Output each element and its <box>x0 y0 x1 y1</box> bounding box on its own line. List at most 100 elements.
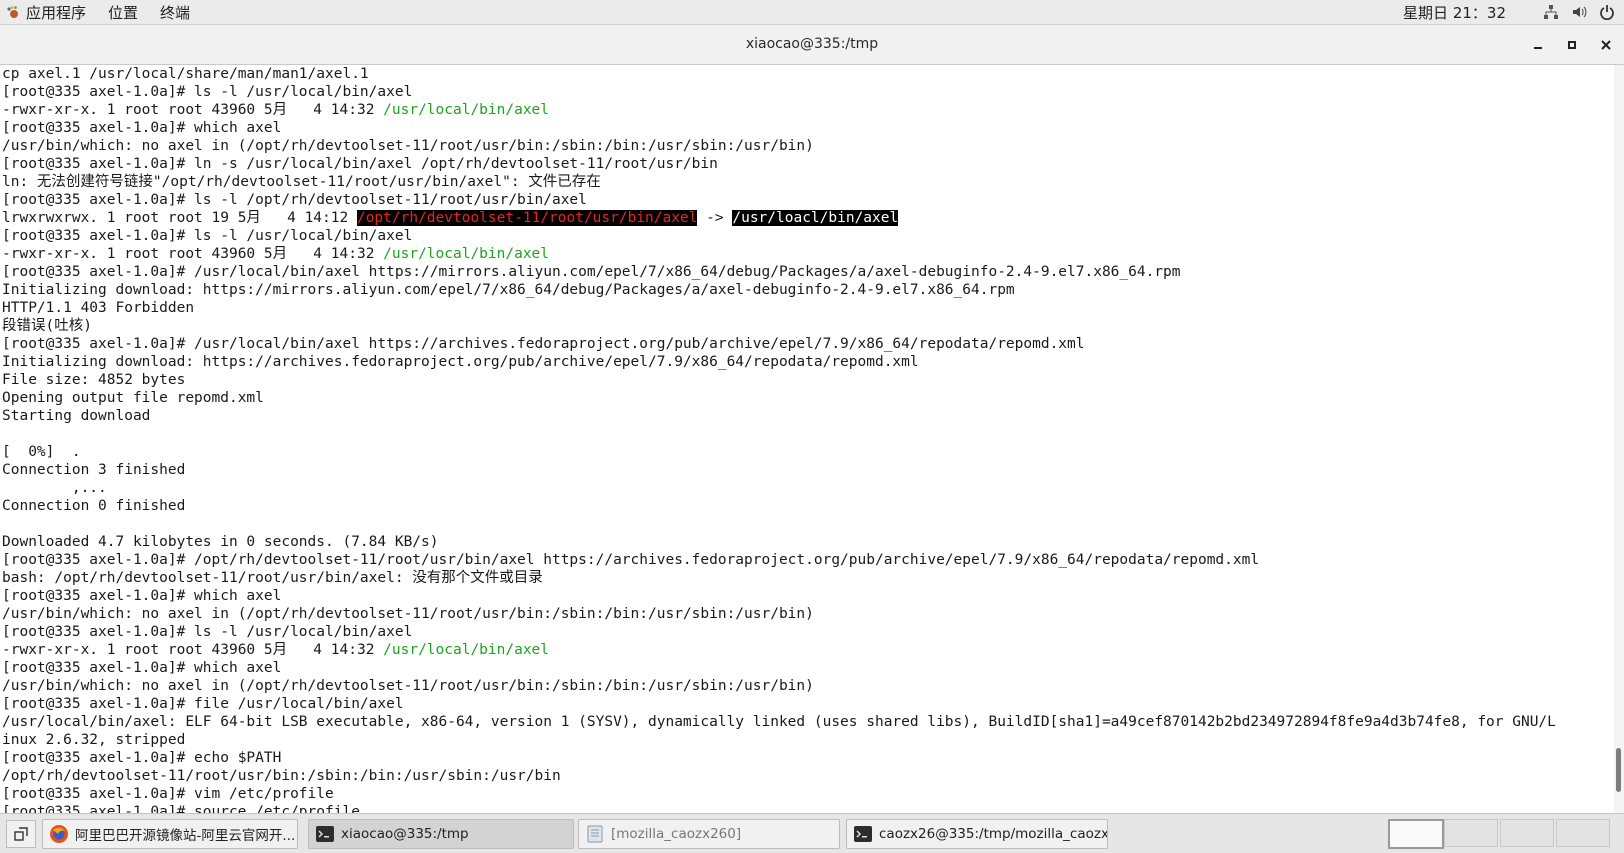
terminal-text-segment: [root@335 axel-1.0a]# source /etc/profil… <box>2 804 360 813</box>
terminal-text-segment: File size: 4852 bytes <box>2 372 186 388</box>
terminal-text-segment: Opening output file repomd.xml <box>2 390 264 406</box>
task-folder[interactable]: [mozilla_caozx260] <box>578 819 840 849</box>
terminal-text-segment: Connection 3 finished <box>2 462 186 478</box>
workspace-4[interactable] <box>1556 819 1610 847</box>
show-desktop-button[interactable] <box>6 820 36 848</box>
terminal-line: 段错误(吐核) <box>2 317 1556 335</box>
places-menu[interactable]: 位置 <box>108 2 138 23</box>
terminal-text-segment: Starting download <box>2 408 151 424</box>
terminal-line: -rwxr-xr-x. 1 root root 43960 5月 4 14:32… <box>2 245 1556 263</box>
terminal-line: [ 0%] . <box>2 443 1556 461</box>
terminal-line: ln: 无法创建符号链接"/opt/rh/devtoolset-11/root/… <box>2 173 1556 191</box>
terminal-line: Initializing download: https://archives.… <box>2 353 1556 371</box>
workspace-1[interactable] <box>1388 819 1444 849</box>
terminal-line: /usr/bin/which: no axel in (/opt/rh/devt… <box>2 677 1556 695</box>
volume-icon[interactable] <box>1570 3 1588 21</box>
terminal-menu-label: 终端 <box>160 3 191 22</box>
applications-menu[interactable]: 应用程序 <box>6 2 86 23</box>
terminal-line: HTTP/1.1 403 Forbidden <box>2 299 1556 317</box>
applications-menu-label: 应用程序 <box>26 3 87 22</box>
terminal-line: Connection 3 finished <box>2 461 1556 479</box>
terminal-line: [root@335 axel-1.0a]# /opt/rh/devtoolset… <box>2 551 1556 569</box>
terminal-line: lrwxrwxrwx. 1 root root 19 5月 4 14:12 /o… <box>2 209 1556 227</box>
terminal-text-segment: [root@335 axel-1.0a]# ls -l /usr/local/b… <box>2 84 413 100</box>
terminal-text-segment: [root@335 axel-1.0a]# /opt/rh/devtoolset… <box>2 552 1260 568</box>
terminal-text-segment: [root@335 axel-1.0a]# ls -l /usr/local/b… <box>2 228 413 244</box>
terminal-text-segment: inux 2.6.32, stripped <box>2 732 186 748</box>
folder-icon <box>587 825 603 843</box>
terminal-text-segment: [root@335 axel-1.0a]# echo $PATH <box>2 750 282 766</box>
terminal-text-segment: Initializing download: https://mirrors.a… <box>2 282 1015 298</box>
terminal-menu[interactable]: 终端 <box>160 2 190 23</box>
terminal-line: Starting download <box>2 407 1556 425</box>
terminal-text-segment: [root@335 axel-1.0a]# ls -l /usr/local/b… <box>2 624 413 640</box>
terminal-line: [root@335 axel-1.0a]# which axel <box>2 587 1556 605</box>
terminal-text-segment: -rwxr-xr-x. 1 root root 43960 5月 4 14:32 <box>2 642 384 658</box>
terminal-text-segment: [root@335 axel-1.0a]# ls -l /opt/rh/devt… <box>2 192 587 208</box>
task-label: xiaocao@335:/tmp <box>341 826 469 842</box>
terminal-line: bash: /opt/rh/devtoolset-11/root/usr/bin… <box>2 569 1556 587</box>
terminal-text-segment: /usr/local/bin/axel: ELF 64-bit LSB exec… <box>2 714 1556 730</box>
firefox-icon <box>50 825 68 843</box>
terminal-text-segment: [root@335 axel-1.0a]# file /usr/local/bi… <box>2 696 404 712</box>
terminal-line: [root@335 axel-1.0a]# ls -l /usr/local/b… <box>2 83 1556 101</box>
window-title: xiaocao@335:/tmp <box>745 36 879 52</box>
terminal-text-segment: /usr/bin/which: no axel in (/opt/rh/devt… <box>2 138 814 154</box>
gnome-foot-icon <box>7 6 18 18</box>
maximize-button[interactable] <box>1562 35 1582 55</box>
close-icon <box>1601 40 1611 50</box>
workspace-2[interactable] <box>1444 819 1498 847</box>
terminal-text-segment: Initializing download: https://archives.… <box>2 354 919 370</box>
terminal-text-segment: HTTP/1.1 403 Forbidden <box>2 300 195 316</box>
terminal-text-segment: ln: 无法创建符号链接"/opt/rh/devtoolset-11/root/… <box>2 174 601 190</box>
terminal-text-segment: [root@335 axel-1.0a]# which axel <box>2 120 282 136</box>
terminal-text-segment: cp axel.1 /usr/local/share/man/man1/axel… <box>2 66 369 82</box>
terminal-line: Downloaded 4.7 kilobytes in 0 seconds. (… <box>2 533 1556 551</box>
minimize-button[interactable] <box>1528 35 1548 55</box>
terminal-line: [root@335 axel-1.0a]# /usr/local/bin/axe… <box>2 335 1556 353</box>
terminal-text-segment: /usr/local/bin/axel <box>383 246 550 262</box>
terminal-text-segment: [root@335 axel-1.0a]# ln -s /usr/local/b… <box>2 156 718 172</box>
terminal-text-segment: /usr/loacl/bin/axel <box>732 210 899 226</box>
terminal-line: Opening output file repomd.xml <box>2 389 1556 407</box>
terminal-scrollbar[interactable] <box>1614 65 1624 813</box>
task-terminal-xiaocao[interactable]: xiaocao@335:/tmp <box>308 819 574 849</box>
terminal-line: /usr/bin/which: no axel in (/opt/rh/devt… <box>2 605 1556 623</box>
terminal-line: /usr/bin/which: no axel in (/opt/rh/devt… <box>2 137 1556 155</box>
task-firefox[interactable]: 阿里巴巴开源镜像站-阿里云官网开... <box>42 819 298 849</box>
workspace-3[interactable] <box>1500 819 1554 847</box>
terminal-line: cp axel.1 /usr/local/share/man/man1/axel… <box>2 65 1556 83</box>
close-button[interactable] <box>1596 35 1616 55</box>
task-label: caozx26@335:/tmp/mozilla_caozx··· <box>879 826 1108 842</box>
terminal-lines: cp axel.1 /usr/local/share/man/man1/axel… <box>2 65 1556 813</box>
task-label: 阿里巴巴开源镜像站-阿里云官网开... <box>75 828 296 844</box>
terminal-icon <box>316 826 334 842</box>
terminal-text-segment: /usr/local/bin/axel <box>383 642 550 658</box>
terminal-line: /usr/local/bin/axel: ELF 64-bit LSB exec… <box>2 713 1556 731</box>
terminal-icon <box>854 826 872 842</box>
scrollbar-thumb[interactable] <box>1616 748 1621 792</box>
task-terminal-caozx26[interactable]: caozx26@335:/tmp/mozilla_caozx··· <box>846 819 1108 849</box>
terminal-line: [root@335 axel-1.0a]# which axel <box>2 659 1556 677</box>
terminal-text-segment: lrwxrwxrwx. 1 root root 19 5月 4 14:12 <box>2 210 357 226</box>
terminal-text-segment: -> <box>697 210 733 226</box>
bottom-taskbar: 阿里巴巴开源镜像站-阿里云官网开... xiaocao@335:/tmp [mo… <box>0 813 1624 853</box>
terminal-text-segment: [root@335 axel-1.0a]# /usr/local/bin/axe… <box>2 264 1181 280</box>
top-panel-right: 星期日 21：32 <box>1403 0 1616 24</box>
terminal-line: -rwxr-xr-x. 1 root root 43960 5月 4 14:32… <box>2 641 1556 659</box>
clock[interactable]: 星期日 21：32 <box>1403 2 1506 23</box>
terminal-output[interactable]: cp axel.1 /usr/local/share/man/man1/axel… <box>0 65 1614 813</box>
terminal-line: [root@335 axel-1.0a]# ls -l /usr/local/b… <box>2 623 1556 641</box>
terminal-line: /opt/rh/devtoolset-11/root/usr/bin:/sbin… <box>2 767 1556 785</box>
power-icon[interactable] <box>1598 3 1616 21</box>
terminal-line: Initializing download: https://mirrors.a… <box>2 281 1556 299</box>
window-titlebar[interactable]: xiaocao@335:/tmp <box>0 25 1624 65</box>
terminal-text-segment: ,... <box>2 480 107 496</box>
network-icon[interactable] <box>1542 3 1560 21</box>
terminal-text-segment: [root@335 axel-1.0a]# which axel <box>2 660 282 676</box>
task-label: [mozilla_caozx260] <box>611 826 742 842</box>
terminal-line: [root@335 axel-1.0a]# which axel <box>2 119 1556 137</box>
terminal-text-segment: 段错误(吐核) <box>2 318 92 334</box>
